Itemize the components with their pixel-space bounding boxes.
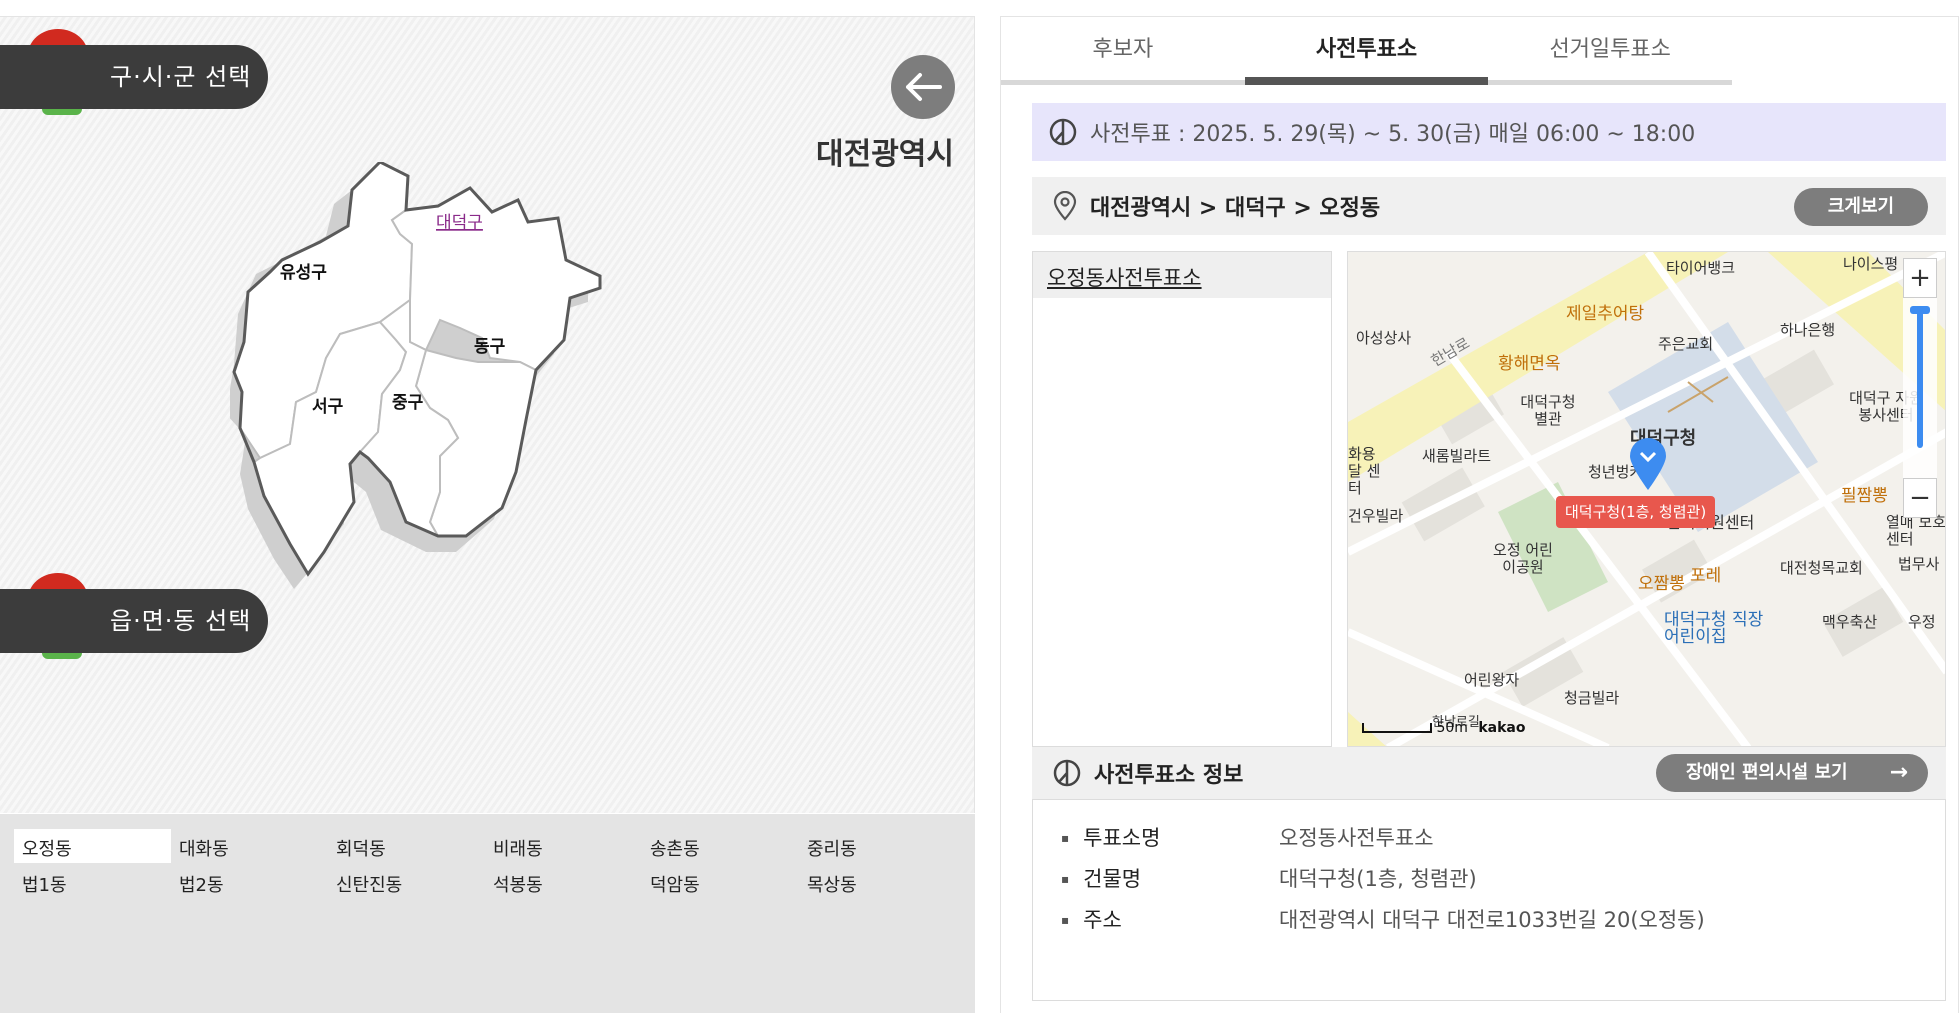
arrow-left-icon xyxy=(906,73,942,101)
poi-label: 오짬뽕 xyxy=(1638,574,1685,594)
poi-label: 대덕구청 별관 xyxy=(1520,393,1576,428)
arrow-right-icon: → xyxy=(1889,760,1908,785)
zoom-out-button[interactable]: − xyxy=(1903,478,1937,518)
location-breadcrumb: 대전광역시 > 대덕구 > 오정동 크게보기 xyxy=(1032,177,1946,235)
poi-label: 포레 xyxy=(1690,566,1722,586)
dong-item[interactable]: 석봉동 xyxy=(485,865,642,899)
info-row: 주소 대전광역시 대덕구 대전로1033번길 20(오정동) xyxy=(1061,904,1917,945)
poi-label: 청금빌라 xyxy=(1564,689,1620,707)
city-title: 대전광역시 xyxy=(816,137,954,172)
tab-early-voting[interactable]: 사전투표소 xyxy=(1244,17,1489,85)
location-marker-icon[interactable] xyxy=(1628,436,1668,492)
district-label-seo[interactable]: 서구 xyxy=(312,397,344,417)
info-row: 투표소명 오정동사전투표소 xyxy=(1061,822,1917,863)
tab-candidates[interactable]: 후보자 xyxy=(1001,17,1245,80)
poi-label: 화용달 센터 xyxy=(1348,445,1381,497)
tab-election-day[interactable]: 선거일투표소 xyxy=(1488,17,1732,80)
marker-label: 대덕구청(1층, 청렴관) xyxy=(1556,496,1716,528)
vote-mark-icon xyxy=(1053,759,1081,787)
polling-place-list: 오정동사전투표소 xyxy=(1032,251,1332,747)
vote-mark-icon xyxy=(1049,118,1077,146)
district-label-jung[interactable]: 중구 xyxy=(392,393,424,413)
voting-period-text: 사전투표 : 2025. 5. 29(목) ~ 5. 30(금) 매일 06:0… xyxy=(1090,122,1696,147)
poi-label: 나이스평 xyxy=(1843,255,1899,273)
poi-label: 우정 xyxy=(1908,613,1936,631)
poi-label: 아성상사 xyxy=(1356,329,1412,347)
poi-label: 하나은행 xyxy=(1780,321,1836,339)
poi-label: 건우빌라 xyxy=(1348,507,1404,525)
poi-label: 대덕구청 직장어린이집 xyxy=(1664,610,1764,647)
info-value: 대덕구청(1층, 청렴관) xyxy=(1279,867,1477,891)
voting-period-banner: 사전투표 : 2025. 5. 29(목) ~ 5. 30(금) 매일 06:0… xyxy=(1032,103,1946,161)
poi-label: 새롬빌라트 xyxy=(1422,447,1492,465)
district-label-dong[interactable]: 동구 xyxy=(474,337,506,357)
dong-item[interactable]: 회덕동 xyxy=(328,829,485,863)
dong-item[interactable]: 중리동 xyxy=(799,829,956,863)
breadcrumb-text: 대전광역시 > 대덕구 > 오정동 xyxy=(1090,196,1381,221)
polling-info-details: 투표소명 오정동사전투표소 건물명 대덕구청(1층, 청렴관) 주소 대전광역시… xyxy=(1032,799,1946,1001)
dong-item[interactable]: 비래동 xyxy=(485,829,642,863)
info-key: 건물명 xyxy=(1061,863,1279,904)
dong-item[interactable]: 목상동 xyxy=(799,865,956,899)
poi-label: 필짬뽕 xyxy=(1841,486,1888,506)
info-value: 대전광역시 대덕구 대전로1033번길 20(오정동) xyxy=(1279,908,1705,932)
dong-item[interactable]: 법1동 xyxy=(14,865,171,899)
dong-item[interactable]: 덕암동 xyxy=(642,865,799,899)
zoom-handle[interactable] xyxy=(1910,306,1930,314)
back-button[interactable] xyxy=(891,55,955,119)
zoom-in-button[interactable]: + xyxy=(1903,258,1937,298)
dong-list: 오정동 대화동 회덕동 비래동 송촌동 중리동 법1동 법2동 신탄진동 석봉동… xyxy=(0,814,975,1013)
info-value: 오정동사전투표소 xyxy=(1279,826,1434,850)
map-scale: 50m kakao xyxy=(1362,720,1526,736)
tab-bar: 후보자 사전투표소 선거일투표소 xyxy=(1001,17,1732,85)
poi-label: 제일추어탕 xyxy=(1566,304,1645,324)
poi-label: 맥우축산 xyxy=(1822,613,1878,631)
result-panel: 후보자 사전투표소 선거일투표소 사전투표 : 2025. 5. 29(목) ~… xyxy=(1000,16,1959,1013)
poi-label: 황해면옥 xyxy=(1498,354,1561,374)
accessibility-facilities-button[interactable]: 장애인 편의시설 보기 → xyxy=(1656,754,1928,792)
kakao-map[interactable]: 타이어뱅크 나이스평 제일추어탕 아성상사 하나은행 주은교회 한남로 황해면옥… xyxy=(1347,251,1946,747)
district-label-daedeok[interactable]: 대덕구 xyxy=(436,213,483,233)
emd-select-label: 읍·면·동 선택 xyxy=(0,589,268,653)
info-title: 사전투표소 정보 xyxy=(1094,763,1244,788)
info-row: 건물명 대덕구청(1층, 청렴관) xyxy=(1061,863,1917,904)
polling-info-header: 사전투표소 정보 장애인 편의시설 보기 → xyxy=(1032,747,1946,799)
accessibility-button-label: 장애인 편의시설 보기 xyxy=(1686,762,1848,783)
poi-label: 어린왕자 xyxy=(1464,671,1520,689)
polling-place-item[interactable]: 오정동사전투표소 xyxy=(1033,252,1331,298)
kakao-logo: kakao xyxy=(1478,720,1526,736)
poi-label: 대전청목교회 xyxy=(1780,559,1863,577)
map-pin-icon xyxy=(1053,191,1077,221)
dong-item[interactable]: 법2동 xyxy=(171,865,328,899)
zoom-control: + − xyxy=(1903,258,1937,528)
poi-label: 타이어뱅크 xyxy=(1666,259,1736,277)
district-label-yuseong[interactable]: 유성구 xyxy=(280,263,327,283)
dong-item[interactable]: 신탄진동 xyxy=(328,865,485,899)
poi-label: 주은교회 xyxy=(1658,335,1714,353)
sigungu-select-label: 구·시·군 선택 xyxy=(0,45,268,109)
scale-text: 50m xyxy=(1436,720,1468,736)
district-map: 유성구 대덕구 동구 서구 중구 xyxy=(230,162,602,589)
enlarge-map-button[interactable]: 크게보기 xyxy=(1794,188,1928,226)
info-key: 주소 xyxy=(1061,904,1279,945)
poi-label: 법무사 xyxy=(1898,555,1940,573)
dong-item-ojeong[interactable]: 오정동 xyxy=(14,829,171,863)
info-key: 투표소명 xyxy=(1061,822,1279,863)
region-selector-panel: 구·시·군 선택 대전광역시 유성구 대덕구 동구 서구 중구 읍·면·동 선택 xyxy=(0,16,975,813)
dong-item[interactable]: 송촌동 xyxy=(642,829,799,863)
zoom-slider[interactable] xyxy=(1903,298,1937,478)
poi-label: 오정 어린이공원 xyxy=(1493,541,1553,576)
dong-item[interactable]: 대화동 xyxy=(171,829,328,863)
